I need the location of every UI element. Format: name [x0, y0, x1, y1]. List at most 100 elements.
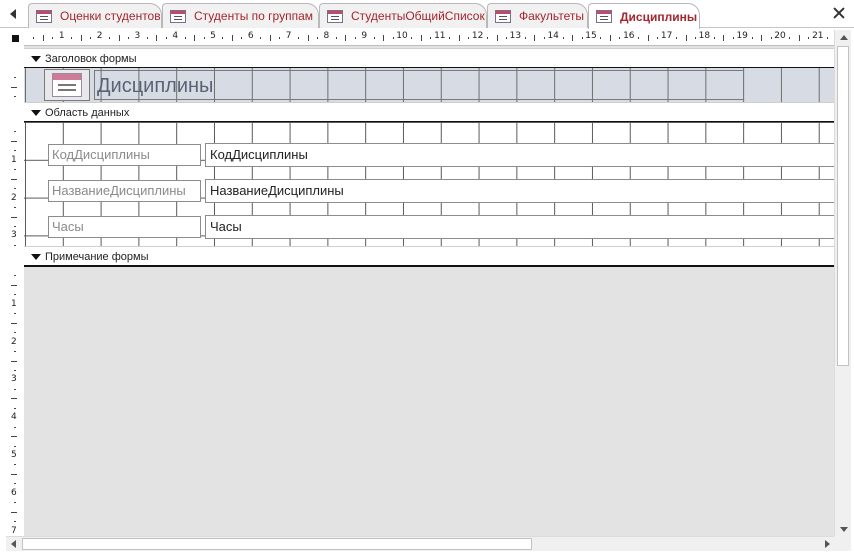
ruler-tick	[14, 188, 16, 190]
ruler-tick	[11, 511, 17, 513]
ruler-number: 3	[11, 374, 17, 385]
vertical-scrollbar[interactable]	[834, 30, 851, 536]
ruler-tick	[808, 37, 810, 39]
ruler-number: 16	[623, 31, 635, 41]
tab-student-grades[interactable]: Оценки студентов	[28, 3, 162, 28]
ruler-tick	[14, 150, 16, 152]
form-header-section: Дисциплины	[24, 68, 834, 102]
textbox-name[interactable]: НазваниеДисциплины	[205, 179, 834, 203]
ruler-tick	[572, 35, 574, 41]
ruler-tick	[14, 294, 16, 296]
field-label-name[interactable]: НазваниеДисциплины	[48, 180, 201, 202]
ruler-number: 2	[11, 336, 17, 347]
ruler-tick	[600, 37, 602, 39]
textbox-code[interactable]: КодДисциплины	[205, 143, 834, 167]
ruler-tick	[14, 332, 16, 334]
chevron-right-icon[interactable]	[820, 537, 834, 551]
ruler-tick	[11, 322, 17, 324]
ruler-tick	[109, 37, 111, 39]
tab-students-list[interactable]: СтудентыОбщийСписок	[319, 3, 487, 28]
ruler-tick	[14, 313, 16, 315]
tab-disciplines[interactable]: Дисциплины	[588, 3, 700, 29]
ruler-tick	[14, 351, 16, 353]
textbox-hours[interactable]: Часы	[205, 215, 834, 239]
ruler-number: 18	[698, 31, 711, 41]
ruler-number: 12	[471, 31, 484, 41]
scrollbar-thumb[interactable]	[837, 46, 849, 366]
ruler-number: 4	[172, 31, 179, 41]
ruler-tick	[468, 37, 470, 39]
ruler-number: 14	[547, 31, 559, 41]
ruler-tick	[449, 37, 451, 39]
tab-label: Дисциплины	[620, 9, 698, 24]
ruler-tick	[761, 35, 763, 41]
ruler-tick	[194, 35, 196, 41]
ruler-tick	[14, 407, 16, 409]
ruler-tick	[647, 35, 649, 41]
ruler-number: 2	[96, 31, 103, 41]
ruler-number: 19	[736, 31, 748, 41]
ruler-tick	[11, 216, 17, 218]
ruler-tick	[222, 37, 224, 39]
ruler-tick	[11, 398, 17, 400]
ruler-tick	[14, 369, 16, 371]
ruler-number: 13	[509, 31, 522, 41]
ruler-tick	[14, 225, 16, 227]
ruler-tick	[241, 37, 243, 39]
ruler-tick	[14, 244, 16, 246]
field-label-hours[interactable]: Часы	[48, 216, 201, 238]
ruler-tick	[751, 37, 753, 39]
ruler-tick	[14, 131, 16, 133]
section-bar-form-footer[interactable]: Примечание формы	[24, 246, 834, 267]
ruler-tick	[80, 35, 82, 41]
ruler-tick	[298, 37, 300, 39]
section-bar-form-header[interactable]: Заголовок формы	[24, 48, 834, 69]
ruler-tick	[260, 37, 262, 39]
chevron-left-icon[interactable]	[4, 6, 22, 22]
ruler-tick	[14, 388, 16, 390]
divider	[24, 265, 834, 267]
ruler-tick	[430, 37, 432, 39]
ruler-tick	[203, 37, 205, 39]
ruler-tick	[496, 35, 498, 41]
scrollbar-thumb[interactable]	[22, 538, 532, 550]
ruler-tick	[14, 445, 16, 447]
ruler-tick	[373, 37, 375, 39]
ruler-number: 11	[434, 31, 446, 41]
ruler-tick	[14, 169, 16, 171]
ruler-tick	[657, 37, 659, 39]
form-title-control[interactable]: Дисциплины	[94, 70, 744, 100]
ruler-tick	[11, 360, 17, 362]
ruler-tick	[33, 37, 35, 39]
form-icon	[36, 9, 52, 23]
ruler-number: 3	[134, 31, 141, 41]
form-logo[interactable]	[44, 69, 90, 101]
ruler-number: 1	[11, 298, 17, 309]
chevron-left-icon[interactable]	[6, 537, 20, 551]
ruler-tick	[14, 483, 16, 485]
ruler-tick	[156, 35, 158, 41]
tab-label: СтудентыОбщийСписок	[351, 9, 485, 23]
chevron-down-icon[interactable]	[835, 522, 852, 536]
chevron-up-icon[interactable]	[835, 30, 852, 44]
form-icon	[327, 9, 343, 23]
ruler-tick	[685, 35, 687, 41]
ruler-tick	[827, 37, 829, 39]
tab-students-by-group[interactable]: Студенты по группам	[162, 3, 319, 28]
ruler-tick	[345, 35, 347, 41]
ruler-tick	[14, 96, 16, 98]
tab-faculties[interactable]: Факультеты	[487, 3, 588, 28]
ruler-number: 1	[11, 154, 17, 165]
ruler-tick	[14, 275, 16, 277]
ruler-tick	[798, 35, 800, 41]
form-title: Дисциплины	[97, 75, 214, 97]
ruler-tick	[676, 37, 678, 39]
section-bar-detail[interactable]: Область данных	[24, 102, 834, 123]
form-design-surface: Заголовок формы Дисциплины Область данны…	[24, 46, 834, 536]
detail-section: КодДисциплины КодДисциплины НазваниеДисц…	[24, 122, 834, 246]
form-selector[interactable]	[6, 32, 24, 44]
horizontal-scrollbar[interactable]	[6, 536, 834, 551]
field-label-code[interactable]: КодДисциплины	[48, 144, 201, 166]
close-icon[interactable]	[832, 6, 846, 20]
ruler-tick	[279, 37, 281, 39]
